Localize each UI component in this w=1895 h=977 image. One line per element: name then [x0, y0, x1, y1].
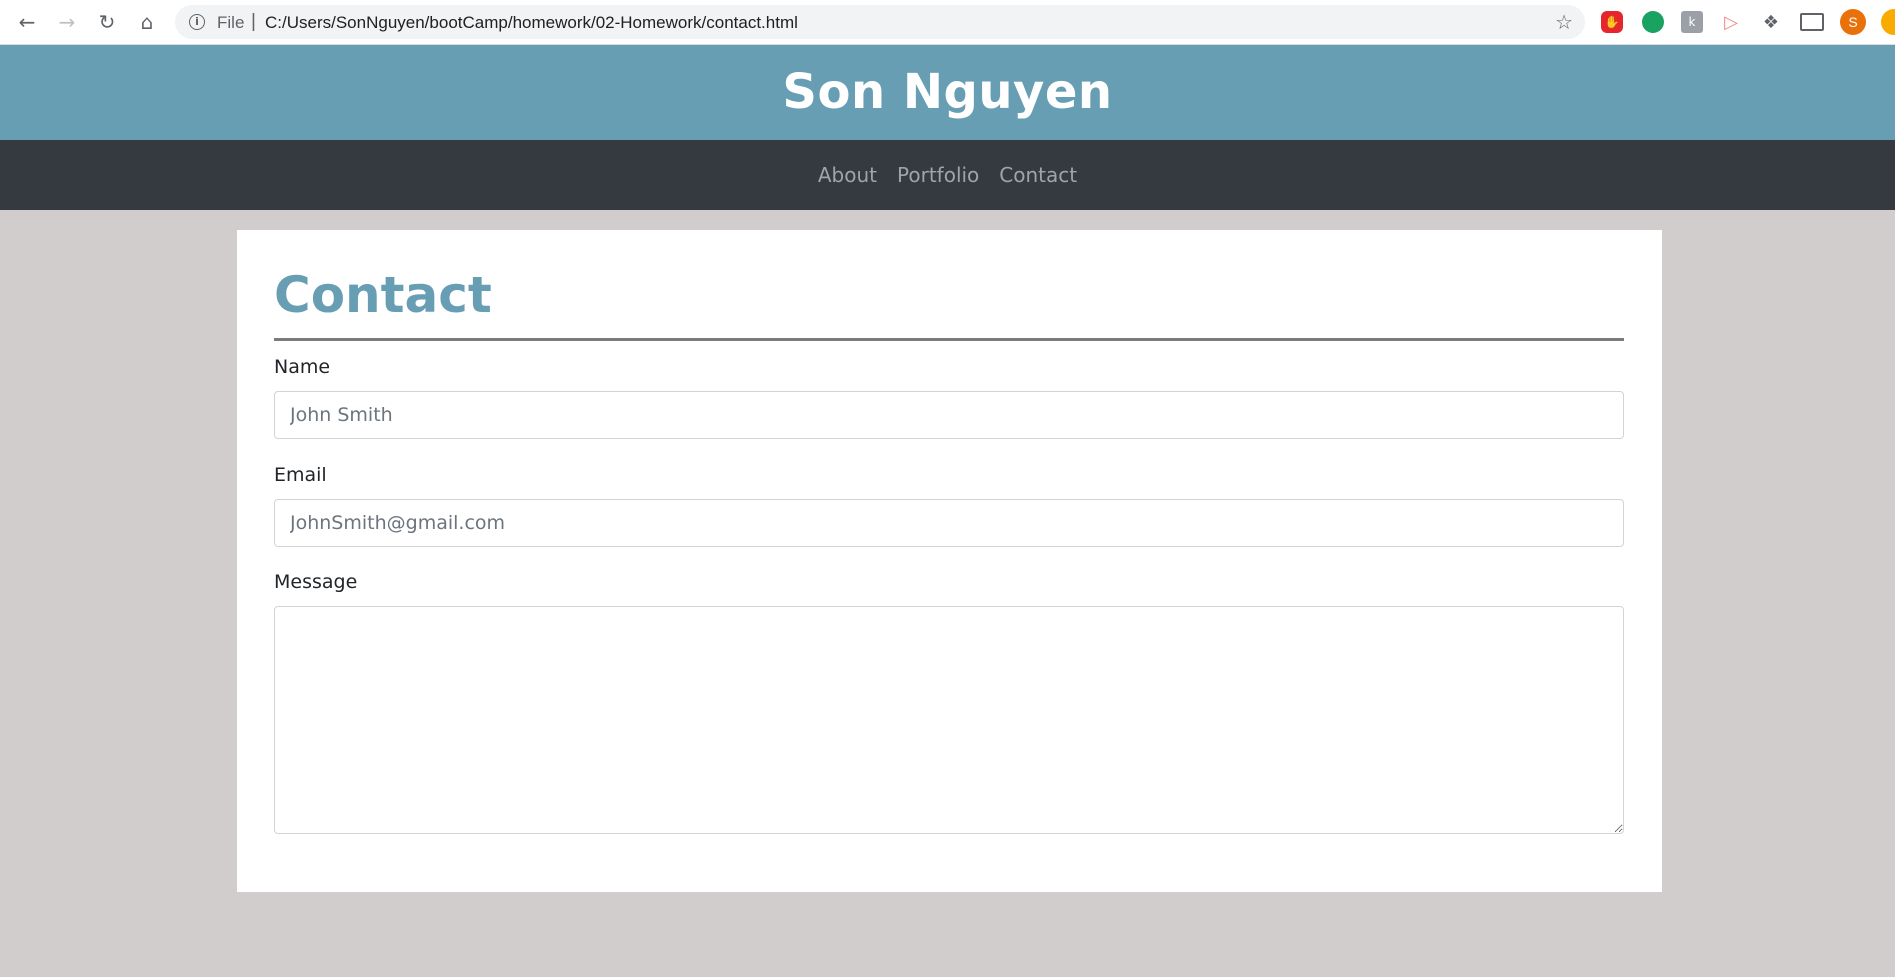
reload-icon[interactable]: ↻ — [94, 9, 120, 35]
name-label: Name — [274, 356, 331, 378]
back-icon[interactable]: ← — [14, 9, 40, 35]
extension-icon[interactable]: k — [1681, 11, 1703, 33]
forward-icon[interactable]: → — [54, 9, 80, 35]
adblock-icon[interactable]: ✋ — [1601, 11, 1623, 33]
contact-card: Contact Name Email Message — [237, 230, 1662, 892]
extension-icon-partial[interactable] — [1881, 9, 1895, 35]
cast-icon[interactable] — [1800, 13, 1824, 31]
url-separator: | — [251, 11, 256, 32]
profile-avatar[interactable]: S — [1840, 9, 1866, 35]
nav-link-about[interactable]: About — [808, 163, 887, 187]
email-label: Email — [274, 464, 327, 486]
message-label: Message — [274, 571, 358, 593]
site-nav: About Portfolio Contact — [0, 140, 1895, 210]
heading-divider — [274, 338, 1624, 341]
address-bar[interactable]: i File | C:/Users/SonNguyen/bootCamp/hom… — [175, 5, 1585, 39]
page-title: Contact — [274, 266, 492, 324]
nav-link-contact[interactable]: Contact — [989, 163, 1087, 187]
nav-link-portfolio[interactable]: Portfolio — [887, 163, 989, 187]
home-icon[interactable]: ⌂ — [134, 9, 160, 35]
browser-toolbar: ← → ↻ ⌂ i File | C:/Users/SonNguyen/boot… — [0, 0, 1895, 45]
site-title: Son Nguyen — [782, 64, 1113, 120]
url-text[interactable]: C:/Users/SonNguyen/bootCamp/homework/02-… — [265, 13, 798, 33]
site-header: Son Nguyen — [0, 45, 1895, 140]
info-icon[interactable]: i — [189, 14, 205, 30]
puzzle-icon[interactable]: ❖ — [1760, 11, 1782, 33]
name-input[interactable] — [274, 391, 1624, 439]
grammarly-icon[interactable] — [1642, 11, 1664, 33]
file-label: File — [217, 13, 245, 32]
star-icon[interactable]: ☆ — [1555, 10, 1573, 34]
video-icon[interactable]: ▷ — [1720, 11, 1742, 33]
email-input[interactable] — [274, 499, 1624, 547]
message-textarea[interactable] — [274, 606, 1624, 834]
